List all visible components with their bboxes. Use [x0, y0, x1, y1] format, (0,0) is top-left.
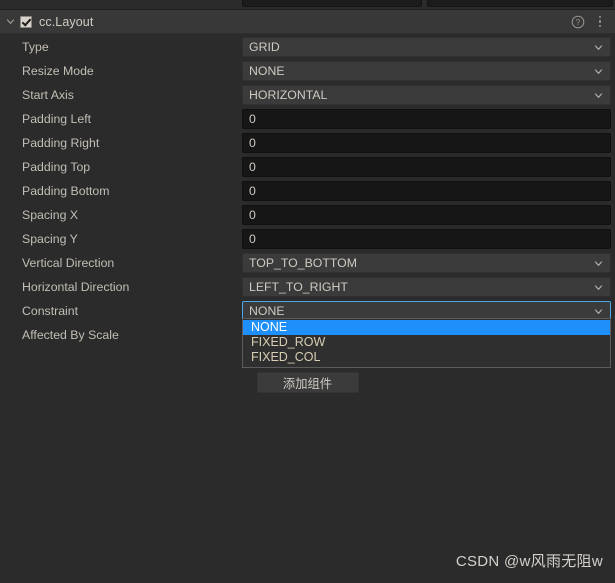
add-component-area: 添加组件	[0, 372, 615, 393]
value-horizontal-direction: LEFT_TO_RIGHT	[242, 277, 611, 297]
property-row-spacing-x: Spacing X 0	[0, 203, 615, 227]
property-row-horizontal-direction: Horizontal Direction LEFT_TO_RIGHT	[0, 275, 615, 299]
chevron-down-icon	[593, 90, 604, 101]
value-vertical-direction: TOP_TO_BOTTOM	[242, 253, 611, 273]
chevron-down-icon	[593, 306, 604, 317]
property-row-resize-mode: Resize Mode NONE	[0, 59, 615, 83]
value-spacing-x: 0	[242, 205, 611, 225]
select-start-axis[interactable]: HORIZONTAL	[242, 85, 611, 105]
value-resize-mode: NONE	[242, 61, 611, 81]
constraint-dropdown-list[interactable]: NONE FIXED_ROW FIXED_COL	[242, 318, 611, 368]
select-vertical-direction[interactable]: TOP_TO_BOTTOM	[242, 253, 611, 273]
label-spacing-y: Spacing Y	[22, 232, 78, 246]
dropdown-option-none[interactable]: NONE	[243, 320, 610, 335]
input-padding-left[interactable]: 0	[242, 109, 611, 129]
clipped-field-right[interactable]	[427, 0, 613, 7]
value-type: GRID	[242, 37, 611, 57]
label-padding-left: Padding Left	[22, 112, 92, 126]
value-start-axis: HORIZONTAL	[242, 85, 611, 105]
label-padding-top: Padding Top	[22, 160, 91, 174]
clipped-fields-strip	[0, 0, 615, 9]
select-constraint-value: NONE	[249, 304, 285, 318]
value-padding-bottom: 0	[242, 181, 611, 201]
label-padding-bottom: Padding Bottom	[22, 184, 110, 198]
input-padding-bottom[interactable]: 0	[242, 181, 611, 201]
add-component-button[interactable]: 添加组件	[256, 372, 359, 393]
label-vertical-direction: Vertical Direction	[22, 256, 115, 270]
chevron-down-icon[interactable]	[0, 16, 20, 27]
property-row-padding-bottom: Padding Bottom 0	[0, 179, 615, 203]
clipped-field-left[interactable]	[242, 0, 422, 7]
property-row-spacing-y: Spacing Y 0	[0, 227, 615, 251]
value-padding-left: 0	[242, 109, 611, 129]
watermark-text: CSDN @w风雨无阻w	[455, 553, 603, 570]
chevron-down-icon	[593, 258, 604, 269]
label-start-axis: Start Axis	[22, 88, 74, 102]
select-horizontal-direction-value: LEFT_TO_RIGHT	[249, 280, 348, 294]
value-padding-right: 0	[242, 133, 611, 153]
select-resize-mode-value: NONE	[249, 64, 285, 78]
label-horizontal-direction: Horizontal Direction	[22, 280, 130, 294]
dropdown-option-fixed-col[interactable]: FIXED_COL	[243, 350, 610, 365]
svg-text:?: ?	[576, 18, 581, 27]
select-start-axis-value: HORIZONTAL	[249, 88, 328, 102]
select-type-value: GRID	[249, 40, 280, 54]
chevron-down-icon	[593, 282, 604, 293]
property-row-padding-right: Padding Right 0	[0, 131, 615, 155]
header-actions: ?	[569, 13, 615, 31]
label-type: Type	[22, 40, 49, 54]
property-row-padding-left: Padding Left 0	[0, 107, 615, 131]
label-affected-by-scale: Affected By Scale	[22, 328, 119, 342]
component-header[interactable]: cc.Layout ?	[0, 10, 615, 34]
component-title: cc.Layout	[39, 14, 94, 29]
input-padding-top[interactable]: 0	[242, 157, 611, 177]
property-list: Type GRID Resize Mode NONE Start Axis HO…	[0, 35, 615, 347]
property-row-padding-top: Padding Top 0	[0, 155, 615, 179]
select-resize-mode[interactable]: NONE	[242, 61, 611, 81]
dropdown-option-fixed-row[interactable]: FIXED_ROW	[243, 335, 610, 350]
chevron-down-icon	[593, 42, 604, 53]
vertical-dots-icon[interactable]	[591, 13, 609, 31]
chevron-down-icon	[593, 66, 604, 77]
label-padding-right: Padding Right	[22, 136, 100, 150]
input-spacing-y[interactable]: 0	[242, 229, 611, 249]
component-enabled-checkbox[interactable]	[20, 15, 32, 28]
label-resize-mode: Resize Mode	[22, 64, 94, 78]
input-spacing-x[interactable]: 0	[242, 205, 611, 225]
select-type[interactable]: GRID	[242, 37, 611, 57]
select-horizontal-direction[interactable]: LEFT_TO_RIGHT	[242, 277, 611, 297]
value-spacing-y: 0	[242, 229, 611, 249]
property-row-type: Type GRID	[0, 35, 615, 59]
help-circle-icon[interactable]: ?	[569, 13, 587, 31]
label-spacing-x: Spacing X	[22, 208, 79, 222]
label-constraint: Constraint	[22, 304, 79, 318]
property-row-start-axis: Start Axis HORIZONTAL	[0, 83, 615, 107]
select-vertical-direction-value: TOP_TO_BOTTOM	[249, 256, 357, 270]
value-padding-top: 0	[242, 157, 611, 177]
input-padding-right[interactable]: 0	[242, 133, 611, 153]
property-row-vertical-direction: Vertical Direction TOP_TO_BOTTOM	[0, 251, 615, 275]
